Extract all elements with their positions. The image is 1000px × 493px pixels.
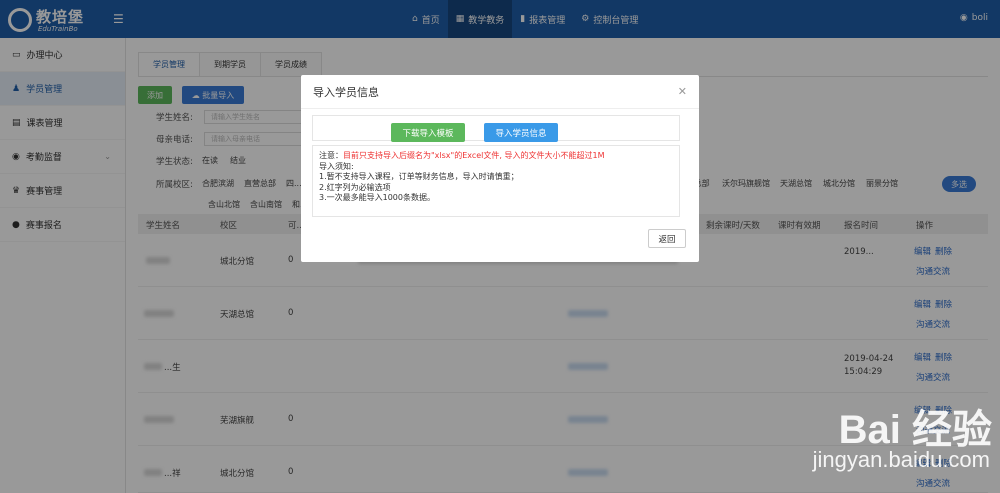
import-modal: 导入学员信息 ✕ 下载导入模板 导入学员信息 注意：目前只支持导入后缀名为"xl… bbox=[301, 75, 699, 262]
watermark-url: jingyan.baidu.com bbox=[812, 447, 990, 472]
notice-red-text: 目前只支持导入后缀名为"xlsx"的Excel文件, 导入的文件大小不能超过1M bbox=[343, 151, 605, 160]
modal-action-box: 下载导入模板 导入学员信息 bbox=[312, 115, 680, 142]
notice-line: 1.暂不支持导入课程，订单等财务信息，导入时请慎重； bbox=[319, 172, 519, 181]
notice-line: 2.红字列为必输选项 bbox=[319, 182, 391, 192]
notice-line: 3.一次最多能导入1000条数据。 bbox=[319, 193, 435, 202]
close-icon[interactable]: ✕ bbox=[678, 85, 687, 98]
notice-warning: 注意：目前只支持导入后缀名为"xlsx"的Excel文件, 导入的文件大小不能超… bbox=[319, 151, 673, 162]
notice-prefix: 注意： bbox=[319, 151, 343, 160]
import-notice: 注意：目前只支持导入后缀名为"xlsx"的Excel文件, 导入的文件大小不能超… bbox=[312, 145, 680, 217]
modal-title: 导入学员信息 bbox=[301, 75, 699, 109]
baidu-watermark: Bai 经验 jingyan.baidu.com bbox=[752, 397, 992, 487]
notice-line: 导入须知: bbox=[319, 161, 354, 171]
download-template-button[interactable]: 下载导入模板 bbox=[391, 123, 465, 142]
import-students-button[interactable]: 导入学员信息 bbox=[484, 123, 558, 142]
back-button[interactable]: 返回 bbox=[648, 229, 686, 248]
